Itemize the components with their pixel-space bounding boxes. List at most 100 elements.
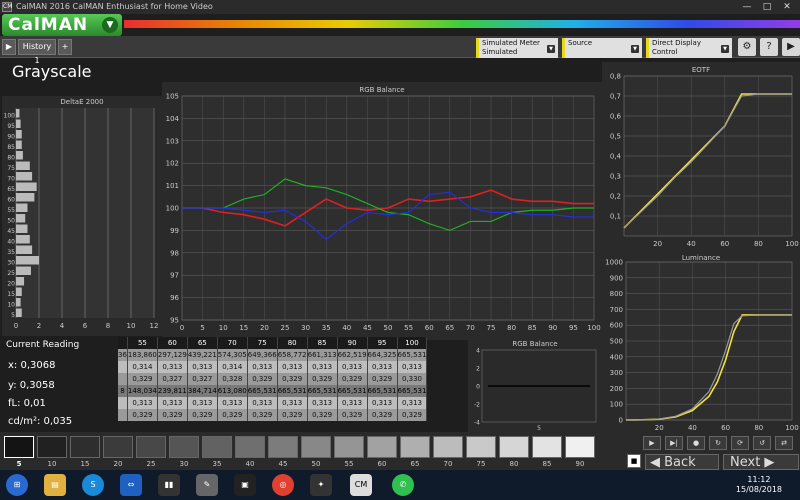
patch-strip: 5 10 15 20 25 30 35 40 45 50 55 60 65 70 75 80 85 90 — [0, 432, 625, 470]
x-tick-label: 12 — [150, 322, 159, 330]
gear-icon[interactable]: ⚙ — [738, 38, 756, 56]
y-tick-label: 96 — [170, 294, 179, 302]
table-cell: 0,327 — [187, 373, 218, 385]
y-tick-label: 600 — [610, 322, 623, 330]
rgb-balance-mini-panel: RGB Balance -4 -2 0 2 4 5 — [468, 336, 602, 432]
menu-arrow-icon[interactable]: ▶ — [782, 38, 800, 56]
meter-label: Simulated Meter — [482, 39, 540, 47]
eotf-chart: 0,1 0,2 0,3 0,4 0,5 0,6 0,7 0,8 20 40 60 80 100 — [610, 73, 799, 249]
tab-history-1[interactable]: History 1 — [18, 39, 56, 65]
patch-swatch[interactable] — [334, 436, 364, 458]
step-icon[interactable]: ▶| — [665, 436, 683, 450]
explorer-icon[interactable]: ▤ — [44, 474, 66, 496]
patch-swatch[interactable] — [235, 436, 265, 458]
patch-swatch[interactable] — [4, 436, 34, 458]
stop-button[interactable]: ■ — [627, 454, 641, 468]
display-control-dropdown[interactable]: Direct Display Control ▼ — [646, 38, 732, 58]
teamviewer-icon[interactable]: ⇔ — [120, 474, 142, 496]
add-tab-button[interactable]: + — [58, 39, 72, 55]
y-tick-label: 80 — [7, 155, 15, 162]
patch-swatch[interactable] — [301, 436, 331, 458]
patch-swatch[interactable] — [136, 436, 166, 458]
patch-swatch[interactable] — [37, 436, 67, 458]
record-icon[interactable]: ● — [687, 436, 705, 450]
table-cell: 0,329 — [187, 409, 218, 421]
patch-swatch[interactable] — [70, 436, 100, 458]
x-tick-label: 85 — [528, 324, 537, 332]
table-cell: 658,772 — [277, 349, 308, 361]
media-app-icon[interactable]: ✦ — [310, 474, 332, 496]
patch-swatch[interactable] — [202, 436, 232, 458]
x-tick-label: 80 — [507, 324, 516, 332]
chrome-icon[interactable]: ◎ — [272, 474, 294, 496]
y-tick-label: 105 — [166, 93, 179, 101]
patch-swatch[interactable] — [499, 436, 529, 458]
x-tick-label: 100 — [785, 240, 798, 248]
play-icon[interactable]: ▶ — [2, 39, 16, 55]
y-tick-label: 45 — [7, 228, 15, 235]
x-tick-label: 8 — [106, 322, 110, 330]
whatsapp-icon[interactable]: ✆ — [392, 474, 414, 496]
video-app-icon[interactable]: ▣ — [234, 474, 256, 496]
patch-label: 10 — [47, 460, 57, 468]
y-tick-label: 103 — [166, 137, 179, 145]
close-button[interactable]: ✕ — [778, 0, 796, 14]
table-row: 36 183,860 297,129 439,221 574,305 649,366 658… — [118, 349, 428, 361]
minimize-button[interactable]: — — [738, 0, 756, 14]
table-cell: 0,313 — [157, 361, 188, 373]
back-button[interactable]: ◀ Back — [645, 454, 719, 470]
chart-app-icon[interactable]: ▮▮ — [158, 474, 180, 496]
y-tick-label: 0,7 — [610, 93, 621, 101]
table-cell: 0,329 — [277, 409, 308, 421]
patch-swatch[interactable] — [268, 436, 298, 458]
patch-label: 25 — [146, 460, 156, 468]
y-tick-label: 0,2 — [610, 193, 621, 201]
maximize-button[interactable]: □ — [758, 0, 776, 14]
x-tick-label: 20 — [653, 240, 662, 248]
patch-label: 75 — [476, 460, 486, 468]
y-tick-label: 85 — [7, 144, 15, 151]
refresh-icon[interactable]: ⟳ — [731, 436, 749, 450]
meter-dropdown[interactable]: Simulated Meter Simulated ▼ — [476, 38, 558, 58]
patch-swatch[interactable] — [565, 436, 595, 458]
patch-swatch[interactable] — [466, 436, 496, 458]
table-cell: 0,314 — [127, 361, 158, 373]
skype-icon[interactable]: S — [82, 474, 104, 496]
table-cell: 0,329 — [367, 373, 398, 385]
patch-swatch[interactable] — [103, 436, 133, 458]
table-cell: 661,313 — [307, 349, 338, 361]
help-icon[interactable]: ? — [760, 38, 778, 56]
play-icon[interactable]: ▶ — [643, 436, 661, 450]
sync-icon[interactable]: ⇄ — [775, 436, 793, 450]
table-header-cell: 95 — [367, 337, 398, 349]
repeat-icon[interactable]: ↺ — [753, 436, 771, 450]
display-control-label: Direct Display Control — [652, 39, 701, 56]
calman-task-icon[interactable]: CM — [350, 474, 372, 496]
clock: 11:12 15/08/2018 — [736, 475, 782, 495]
patch-swatch[interactable] — [367, 436, 397, 458]
y-tick-label: 0,1 — [610, 213, 621, 221]
table-cell: 0,329 — [277, 373, 308, 385]
start-button[interactable]: ⊞ — [6, 474, 28, 496]
patch-swatch[interactable] — [169, 436, 199, 458]
patch-swatch[interactable] — [532, 436, 562, 458]
x-tick-label: 80 — [754, 240, 763, 248]
loop-icon[interactable]: ↻ — [709, 436, 727, 450]
table-cell: 574,305 — [217, 349, 248, 361]
x-tick-label: 100 — [587, 324, 600, 332]
taskbar: ⊞ ▤ S ⇔ ▮▮ ✎ ▣ ◎ ✦ CM ✆ 11:12 15/08/2018 — [0, 470, 800, 500]
reading-cdm2: cd/m²: 0,035 — [8, 416, 73, 427]
patch-swatch[interactable] — [400, 436, 430, 458]
tab-bar: ▶ History 1 + Simulated Meter Simulated … — [0, 36, 800, 65]
table-cell: 183,860 — [127, 349, 158, 361]
clock-date: 15/08/2018 — [735, 485, 782, 494]
table-cell: 665,531 — [247, 385, 278, 397]
table-cell: 8 — [118, 385, 128, 397]
source-dropdown[interactable]: Source ▼ — [562, 38, 642, 58]
paint-icon[interactable]: ✎ — [196, 474, 218, 496]
calman-logo-menu[interactable]: CalMAN ▼ — [2, 14, 122, 36]
table-cell: 0,327 — [157, 373, 188, 385]
rgb-balance-chart: 95 96 97 98 99 100 101 102 103 104 105 0 5 10 15 20 25 30… — [166, 93, 601, 333]
next-button[interactable]: Next ▶ — [723, 454, 799, 470]
patch-swatch[interactable] — [433, 436, 463, 458]
